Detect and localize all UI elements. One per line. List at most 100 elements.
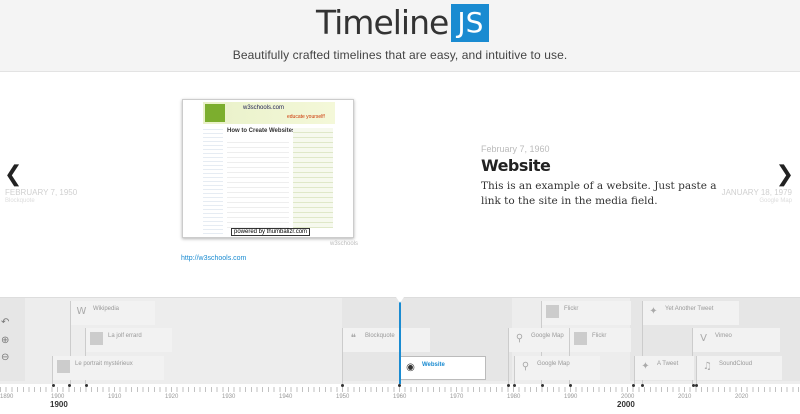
vimeo-icon: V	[700, 333, 707, 344]
timeline-flag-flickr-2[interactable]: Flickr	[569, 328, 631, 387]
tagline: Beautifully crafted timelines that are e…	[232, 48, 568, 62]
website-icon: ◉	[406, 362, 415, 373]
event-dot	[632, 384, 635, 387]
timeline-flag-yet-another-tweet[interactable]: ✦ Yet Another Tweet	[642, 301, 739, 387]
flag-label: A Tweet	[657, 361, 679, 367]
thumbnail-slogan: educate yourself!	[287, 114, 326, 120]
timeline-axis: 1890 1900 1910 1920 1930 1940 1950 1960 …	[0, 384, 800, 414]
thumbnail-right-column	[293, 128, 333, 228]
flag-label: SoundCloud	[719, 361, 753, 367]
event-dot	[52, 384, 55, 387]
axis-year-label: 2010	[678, 394, 692, 400]
axis-year-label: 1930	[222, 394, 236, 400]
timeline-flag-website[interactable]: ◉ Website	[399, 356, 486, 380]
axis-year-label: 1920	[165, 394, 179, 400]
thumbnail-powered-by: powered by thumbalizr.com	[231, 228, 311, 236]
event-dot	[68, 384, 71, 387]
next-slide-button[interactable]: JANUARY 18, 1979 Google Map	[722, 188, 792, 206]
event-dot	[541, 384, 544, 387]
axis-ticks	[0, 387, 800, 392]
logo-badge: JS	[451, 4, 490, 42]
timeline-flag-vimeo[interactable]: V Vimeo	[692, 328, 780, 387]
axis-year-label: 1910	[108, 394, 122, 400]
image-icon	[90, 332, 103, 345]
flag-label: Google Map	[531, 333, 564, 339]
image-icon	[57, 360, 70, 373]
music-icon: ♫	[703, 361, 712, 372]
axis-year-label: 2020	[735, 394, 749, 400]
thumbnail-heading: How to Create Websites	[227, 128, 296, 134]
timeline-flag-google-map-2[interactable]: ⚲ Google Map	[514, 356, 600, 388]
current-position-marker	[399, 298, 401, 390]
media-link[interactable]: http://w3schools.com	[181, 255, 246, 262]
timeline-flag-blockquote[interactable]: ❝ Blockquote	[342, 328, 430, 387]
event-dot	[513, 384, 516, 387]
header: Timeline JS Beautifully crafted timeline…	[0, 0, 800, 72]
map-pin-icon: ⚲	[515, 333, 524, 344]
flag-label: Flickr	[592, 333, 607, 339]
event-dot	[398, 384, 401, 387]
axis-year-label: 1950	[336, 394, 350, 400]
flag-label: Yet Another Tweet	[665, 306, 714, 312]
quote-icon: ❝	[350, 333, 357, 344]
previous-slide-date: FEBRUARY 7, 1950	[5, 188, 78, 197]
event-dot	[641, 384, 644, 387]
axis-year-label: 1940	[279, 394, 293, 400]
twitter-icon: ✦	[649, 306, 658, 317]
flag-label: Website	[422, 362, 445, 368]
previous-slide-icon[interactable]: ❮	[4, 162, 22, 187]
thumbnail-body	[227, 138, 289, 230]
w3schools-logo	[205, 104, 225, 122]
media-credit: w3schools	[330, 241, 359, 247]
next-slide-date: JANUARY 18, 1979	[721, 188, 792, 197]
axis-era-label: 2000	[617, 400, 635, 409]
axis-year-label: 1980	[507, 394, 521, 400]
twitter-icon: ✦	[641, 361, 650, 372]
next-slide-icon[interactable]: ❯	[776, 162, 794, 187]
flag-label: La jolf errard	[108, 333, 142, 339]
timeline-navigation[interactable]: ↶ ⊕ ⊖ W Wikipedia La jolf errard Le port…	[0, 297, 800, 414]
thumbnail-sidebar	[203, 126, 223, 237]
event-dot	[341, 384, 344, 387]
flag-label: Google Map	[537, 361, 570, 367]
flag-label: Flickr	[564, 306, 579, 312]
map-pin-icon: ⚲	[521, 361, 530, 372]
website-thumbnail[interactable]: w3schools.com educate yourself! How to C…	[182, 99, 354, 238]
previous-slide-title: Blockquote	[5, 198, 35, 204]
event-dot	[695, 384, 698, 387]
timeline-flag-flickr[interactable]: Flickr	[541, 301, 631, 387]
timeline-flag-wikipedia[interactable]: W Wikipedia	[70, 301, 155, 387]
flag-label: Wikipedia	[93, 306, 120, 312]
previous-slide-button[interactable]: FEBRUARY 7, 1950 Blockquote	[5, 188, 77, 206]
timeline-flag-le-portrait[interactable]: Le portrait mystérieux	[52, 356, 164, 388]
event-dot	[569, 384, 572, 387]
next-slide-title: Google Map	[759, 198, 792, 204]
current-position-tip	[396, 297, 404, 303]
axis-year-label: 1990	[564, 394, 578, 400]
thumbnail-site-title: w3schools.com	[243, 105, 285, 111]
axis-year-label: 1890	[0, 394, 14, 400]
timelinejs-logo: Timeline JS	[316, 3, 490, 43]
zoom-out-icon[interactable]: ⊖	[1, 352, 9, 363]
axis-year-label: 1960	[393, 394, 407, 400]
slide-text: This is an example of a website. Just pa…	[481, 180, 717, 207]
flag-label: Le portrait mystérieux	[75, 361, 133, 367]
logo-text: Timeline	[316, 3, 449, 42]
slide-title: Website	[481, 156, 551, 175]
slider: ❮ FEBRUARY 7, 1950 Blockquote ❯ JANUARY …	[0, 73, 800, 297]
axis-era-label: 1900	[50, 400, 68, 409]
flag-label: Vimeo	[715, 333, 732, 339]
slide-date: February 7, 1960	[481, 144, 550, 154]
image-icon	[574, 332, 587, 345]
zoom-in-icon[interactable]: ⊕	[1, 335, 9, 346]
flag-label: Blockquote	[365, 333, 395, 339]
timeline-flag-a-tweet[interactable]: ✦ A Tweet	[634, 356, 694, 388]
event-dot	[85, 384, 88, 387]
timeline-flag-soundcloud[interactable]: ♫ SoundCloud	[696, 356, 782, 388]
event-dot	[507, 384, 510, 387]
timeline-flag-la-jolf-errard[interactable]: La jolf errard	[85, 328, 172, 387]
image-icon	[546, 305, 559, 318]
back-to-start-icon[interactable]: ↶	[1, 317, 9, 328]
wikipedia-icon: W	[76, 306, 87, 317]
axis-year-label: 1970	[450, 394, 464, 400]
